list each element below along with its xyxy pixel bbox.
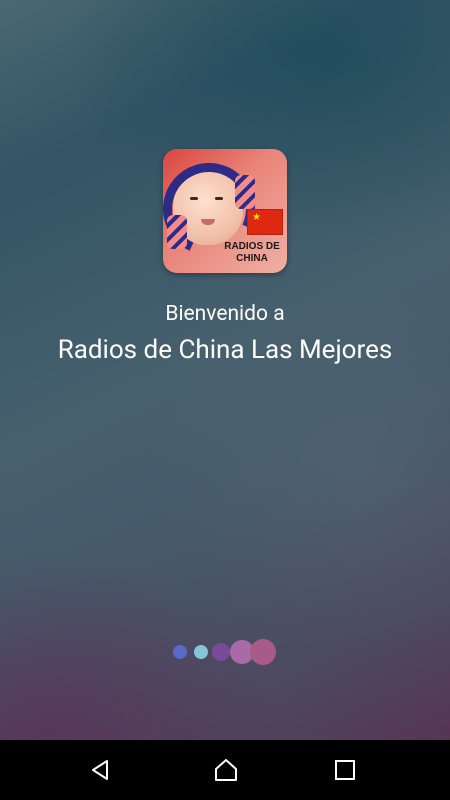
recent-apps-button[interactable] [300,740,390,800]
app-name-title: Radios de China Las Mejores [57,335,393,365]
home-icon [215,759,237,781]
logo-text: RADIOS DE CHINA [224,241,280,264]
headphone-cup-left-icon [167,215,187,249]
loading-dot [173,645,187,659]
loading-indicator [170,637,280,667]
loading-dot [194,645,208,659]
welcome-text: Bienvenido a [165,302,285,326]
app-logo-icon: ★ RADIOS DE CHINA [163,149,287,273]
china-flag-icon: ★ [247,209,283,235]
system-navigation-bar [0,740,450,800]
back-icon [92,760,108,780]
loading-dot [212,643,230,661]
headphone-cup-right-icon [235,175,255,209]
splash-screen: ★ RADIOS DE CHINA Bienvenido a Radios de… [0,0,450,740]
home-button[interactable] [180,740,270,800]
recent-apps-icon [335,760,355,780]
back-button[interactable] [55,740,145,800]
loading-dot [250,639,276,665]
